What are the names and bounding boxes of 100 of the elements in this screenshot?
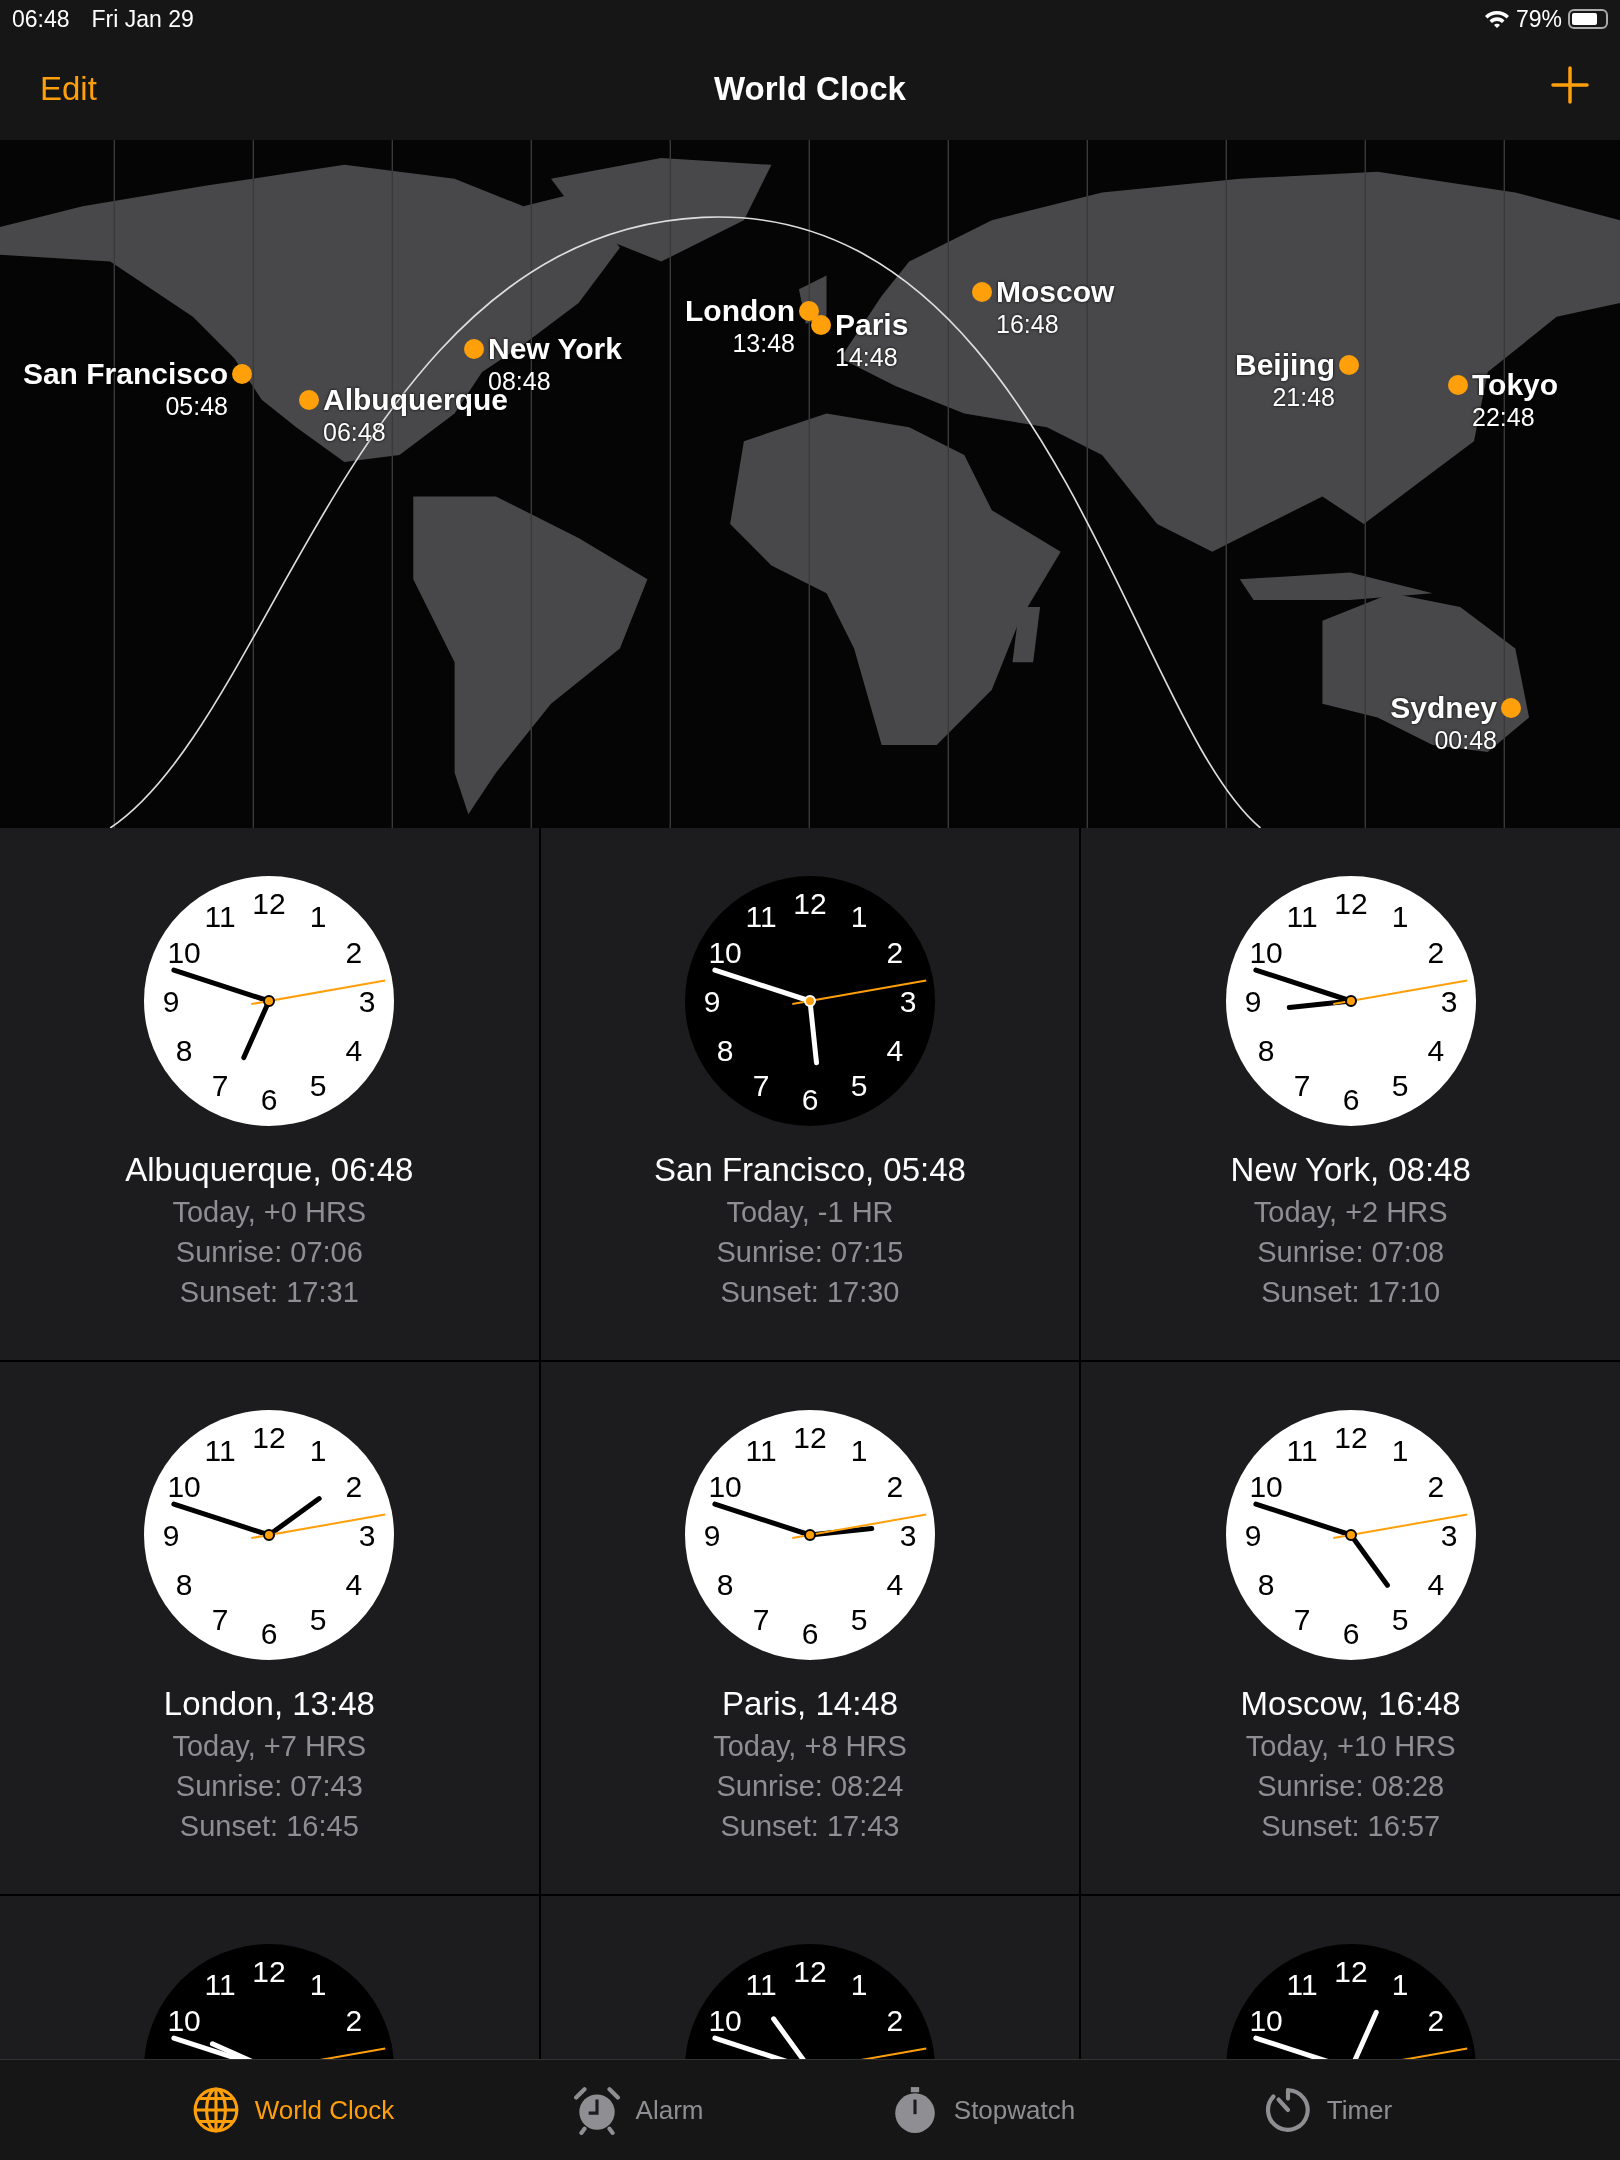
clock-center [1344, 995, 1357, 1007]
clock-numeral: 5 [310, 1603, 327, 1637]
clock-numeral: 6 [1342, 1082, 1359, 1116]
clock-detail: Sunset: 16:45 [179, 1809, 359, 1844]
clock-detail: Today, +7 HRS [172, 1729, 367, 1764]
clock-numeral: 1 [310, 1967, 327, 2001]
clock-detail: Sunset: 17:10 [1261, 1275, 1441, 1310]
clock-numeral: 11 [204, 1967, 236, 2001]
clock-numeral: 10 [1249, 1469, 1283, 1503]
clock-numeral: 10 [708, 935, 742, 969]
clock-numeral: 8 [1257, 1567, 1275, 1601]
clock-numeral: 1 [1391, 899, 1408, 933]
pin-time: 00:48 [1434, 726, 1497, 754]
plus-icon [1550, 65, 1590, 105]
clock-numeral: 11 [745, 1967, 777, 2001]
clock-numeral: 3 [1440, 1518, 1457, 1552]
clock-detail: Today, +2 HRS [1253, 1195, 1448, 1230]
pin-city: London [685, 293, 795, 329]
clock-detail: Sunrise: 07:06 [175, 1235, 363, 1270]
clock-numeral: 1 [310, 1433, 327, 1467]
pin-city: New York [488, 331, 622, 367]
clock-numeral: 7 [212, 1603, 229, 1637]
clock-card[interactable]: 11 12 1 10 2 9 3 8 4 7 6 5 London, 13:48 Today, +7 HRS Sunrise: 07:43 Sunset: 16:45 [0, 1362, 539, 1894]
clock-card[interactable]: 11 12 1 10 2 [540, 1896, 1080, 2059]
city-time: London, 13:48 [163, 1684, 375, 1724]
city-time: New York, 08:48 [1230, 1150, 1471, 1190]
clock-center [1344, 1529, 1357, 1541]
clock-numeral: 9 [1244, 984, 1261, 1018]
battery-percent: 79% [1515, 5, 1562, 33]
clock-numeral: 8 [176, 1033, 193, 1067]
wifi-icon [1483, 9, 1510, 29]
pin-time: 14:48 [835, 343, 898, 371]
clock-numeral: 4 [345, 1567, 363, 1601]
tab[interactable]: Alarm [571, 2080, 704, 2140]
clock-card[interactable]: 11 12 1 10 2 [1081, 1896, 1620, 2059]
edit-button[interactable]: Edit [40, 70, 97, 108]
clock-numeral: 12 [252, 886, 286, 920]
clock-numeral: 3 [1440, 984, 1457, 1018]
pin-time: 21:48 [1272, 383, 1335, 411]
clock-numeral: 12 [1333, 1954, 1368, 1988]
clock-numeral: 3 [899, 984, 917, 1018]
clock-numeral: 9 [163, 984, 180, 1018]
clock-numeral: 4 [1427, 1033, 1444, 1067]
city-time: Moscow, 16:48 [1240, 1684, 1461, 1724]
clock-numeral: 2 [886, 2003, 904, 2037]
clock-detail: Sunset: 17:30 [720, 1275, 900, 1310]
battery-icon [1568, 9, 1608, 29]
window-title: World Clock [714, 70, 906, 107]
tab[interactable]: World Clock [190, 2080, 395, 2140]
clock-card[interactable]: 11 12 1 10 2 9 3 8 4 7 6 5 New York, 08:48 Today, +2 HRS Sunrise: 07:08 Sunset: 17:10 [1081, 828, 1620, 1360]
clock-numeral: 11 [204, 1433, 236, 1467]
city-time: Paris, 14:48 [721, 1684, 899, 1724]
clock-numeral: 7 [752, 1603, 770, 1637]
clock-numeral: 9 [163, 1518, 180, 1552]
clock-numeral: 10 [167, 935, 202, 969]
clock-numeral: 11 [1286, 1433, 1318, 1467]
clock-numeral: 7 [1293, 1069, 1310, 1103]
pin-city: Beijing [1235, 347, 1335, 383]
clock-numeral: 8 [716, 1033, 734, 1067]
clock-numeral: 1 [1391, 1967, 1408, 2001]
pin-city: Paris [835, 307, 909, 343]
pin-time: 13:48 [732, 329, 795, 357]
clock-numeral: 3 [359, 984, 376, 1018]
clock-detail: Today, +8 HRS [713, 1729, 907, 1764]
clock-detail: Sunrise: 08:28 [1257, 1769, 1445, 1804]
clock-numeral: 6 [261, 1082, 278, 1116]
clock-numeral: 8 [716, 1567, 734, 1601]
clock-numeral: 2 [345, 1469, 363, 1503]
pin-city: San Francisco [22, 356, 228, 392]
clock-numeral: 6 [801, 1616, 819, 1650]
clock-card[interactable]: 11 12 1 10 2 9 3 8 4 7 6 5 Moscow, 16:48 Today, +10 HRS Sunrise: 08:28 Sunset: 16:57 [1081, 1362, 1620, 1894]
clock-numeral: 12 [1333, 1420, 1368, 1454]
clock-numeral: 5 [1391, 1603, 1408, 1637]
status-date: Fri Jan 29 [91, 5, 194, 33]
clock-numeral: 2 [1427, 2003, 1444, 2037]
clock-numeral: 11 [745, 899, 777, 933]
pin-city: Moscow [996, 274, 1115, 310]
clock-detail: Today, +0 HRS [172, 1195, 367, 1230]
alarm-clock-icon [571, 2085, 622, 2135]
clock-numeral: 6 [801, 1082, 819, 1116]
clock-numeral: 10 [1249, 2003, 1283, 2037]
clock-card[interactable]: 11 12 1 10 2 9 3 8 4 7 6 5 San Francisco, 05:48 Today, -1 HR Sunrise: 07:15 Sunset: 17:30 [540, 828, 1080, 1360]
clock-card[interactable]: 11 12 1 10 2 9 3 8 4 7 6 5 Paris, 14:48 Today, +8 HRS Sunrise: 08:24 Sunset: 17:43 [540, 1362, 1080, 1894]
clock-card[interactable]: 11 12 1 10 2 9 3 8 4 7 6 5 Albuquerque, 06:48 Today, +0 HRS Sunrise: 07:06 Sunset: 17:31 [0, 828, 539, 1360]
clock-numeral: 2 [345, 935, 363, 969]
clock-center [804, 1529, 816, 1541]
clock-numeral: 7 [212, 1069, 229, 1103]
clock-numeral: 11 [745, 1433, 777, 1467]
clock-numeral: 2 [1427, 1469, 1444, 1503]
tab[interactable]: Stopwatch [889, 2080, 1076, 2140]
clock-center [263, 995, 276, 1007]
clock-card[interactable]: 11 12 1 10 2 [0, 1896, 539, 2059]
clock-center [804, 995, 816, 1007]
status-time: 06:48 [12, 5, 70, 33]
clock-numeral: 4 [886, 1567, 904, 1601]
clock-numeral: 5 [1391, 1069, 1408, 1103]
clock-detail: Sunset: 17:31 [179, 1275, 359, 1310]
tab[interactable]: Timer [1262, 2080, 1393, 2140]
clock-numeral: 10 [708, 2003, 742, 2037]
pin-time: 05:48 [165, 392, 228, 420]
